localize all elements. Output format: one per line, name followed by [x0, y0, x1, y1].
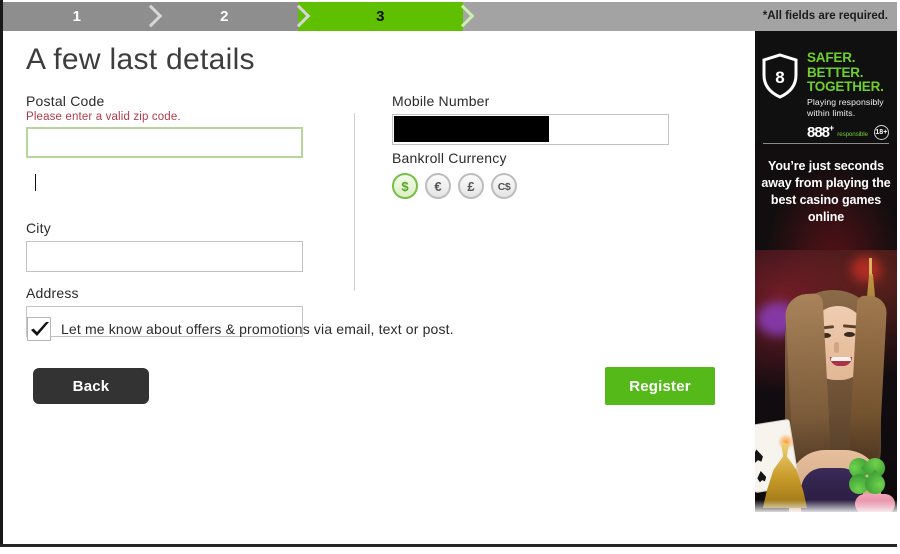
promo-message-block: You’re just seconds away from playing th…	[755, 148, 897, 250]
register-button[interactable]: Register	[605, 367, 715, 405]
city-label: City	[26, 220, 51, 236]
neon-light-red	[851, 256, 881, 282]
four-leaf-clover	[844, 453, 890, 499]
bankroll-currency-label: Bankroll Currency	[392, 150, 507, 166]
brand-888-plus: +	[829, 123, 834, 133]
city-field-group: City	[26, 220, 303, 272]
card-spade-pip-top	[755, 449, 764, 464]
back-button[interactable]: Back	[33, 368, 149, 404]
artwork-bottom-fade	[755, 500, 897, 512]
bankroll-currency-group: Bankroll Currency $ € £ C$	[392, 150, 517, 199]
currency-option-eur[interactable]: €	[425, 173, 451, 199]
postal-code-error-message: Please enter a valid zip code.	[26, 111, 181, 123]
responsible-gaming-logos: 888+ responsible 18+	[807, 121, 889, 140]
page-frame-bottom-edge	[0, 544, 900, 547]
step-2-label: 2	[220, 8, 229, 25]
currency-symbol-usd: $	[401, 179, 409, 194]
promo-headline: SAFER. BETTER. TOGETHER.	[807, 50, 895, 95]
step-1-label: 1	[72, 8, 82, 25]
model-teeth	[831, 357, 851, 361]
registration-step-progress-bar: 1 2 3 *All fields are required.	[3, 2, 897, 31]
currency-option-row: $ € £ C$	[392, 173, 517, 199]
promo-headline-line-3: TOGETHER.	[807, 79, 884, 94]
brand-888-logo: 888+	[807, 121, 834, 141]
promo-subtext: Playing responsibly within limits.	[807, 97, 884, 118]
column-divider	[354, 113, 355, 291]
step-3-label: 3	[376, 8, 385, 25]
marketing-optin-label: Let me know about offers & promotions vi…	[61, 321, 454, 337]
mobile-number-redaction-bar	[394, 116, 549, 142]
age-18-plus-badge: 18+	[873, 125, 889, 140]
currency-symbol-cad: C$	[497, 181, 511, 193]
address-label: Address	[26, 285, 79, 301]
brand-responsible-tagline: responsible	[837, 131, 868, 138]
shield-8-icon: 8	[762, 53, 798, 99]
postal-code-input[interactable]	[26, 127, 303, 158]
brand-888-text: 888	[807, 124, 830, 141]
mobile-number-field-group: Mobile Number	[392, 93, 669, 145]
promo-headline-line-2: BETTER.	[807, 64, 864, 80]
promo-headline-line-1: SAFER.	[807, 50, 856, 65]
step-2[interactable]: 2	[151, 2, 298, 31]
model-nose	[834, 342, 839, 353]
promo-message-text: You’re just seconds away from playing th…	[761, 159, 891, 224]
postal-code-label: Postal Code	[26, 93, 105, 109]
checkmark-icon	[31, 322, 49, 336]
responsible-gaming-header: 8 SAFER. BETTER. TOGETHER. Playing respo…	[755, 31, 897, 144]
marketing-optin-checkbox[interactable]	[27, 317, 51, 341]
registration-page: 1 2 3 *All fields are required. A few la…	[0, 0, 900, 554]
currency-option-gbp[interactable]: £	[458, 173, 484, 199]
promo-casino-artwork	[755, 250, 897, 512]
form-panel: A few last details Postal Code Please en…	[3, 31, 755, 544]
mobile-number-label: Mobile Number	[392, 93, 490, 109]
currency-symbol-eur: €	[434, 179, 442, 194]
promo-divider-rule	[763, 143, 889, 144]
marketing-optin-row: Let me know about offers & promotions vi…	[27, 317, 454, 341]
required-fields-note: *All fields are required.	[762, 10, 888, 22]
currency-symbol-gbp: £	[467, 179, 475, 194]
casino-tower-spire	[869, 258, 872, 276]
step-1[interactable]: 1	[3, 2, 151, 31]
city-input[interactable]	[26, 241, 303, 272]
page-title: A few last details	[26, 43, 255, 76]
postal-code-field-group: Postal Code Please enter a valid zip cod…	[26, 93, 303, 158]
promo-banner[interactable]: 8 SAFER. BETTER. TOGETHER. Playing respo…	[755, 31, 897, 512]
text-cursor	[35, 174, 36, 191]
step-3-active[interactable]: 3	[298, 2, 463, 31]
page-bottom-whitespace	[755, 512, 900, 544]
currency-option-usd[interactable]: $	[392, 173, 418, 199]
svg-text:8: 8	[775, 68, 784, 87]
model-eye-right	[844, 332, 855, 337]
currency-option-cad[interactable]: C$	[491, 173, 517, 199]
card-spade-pip-bottom	[756, 470, 767, 482]
